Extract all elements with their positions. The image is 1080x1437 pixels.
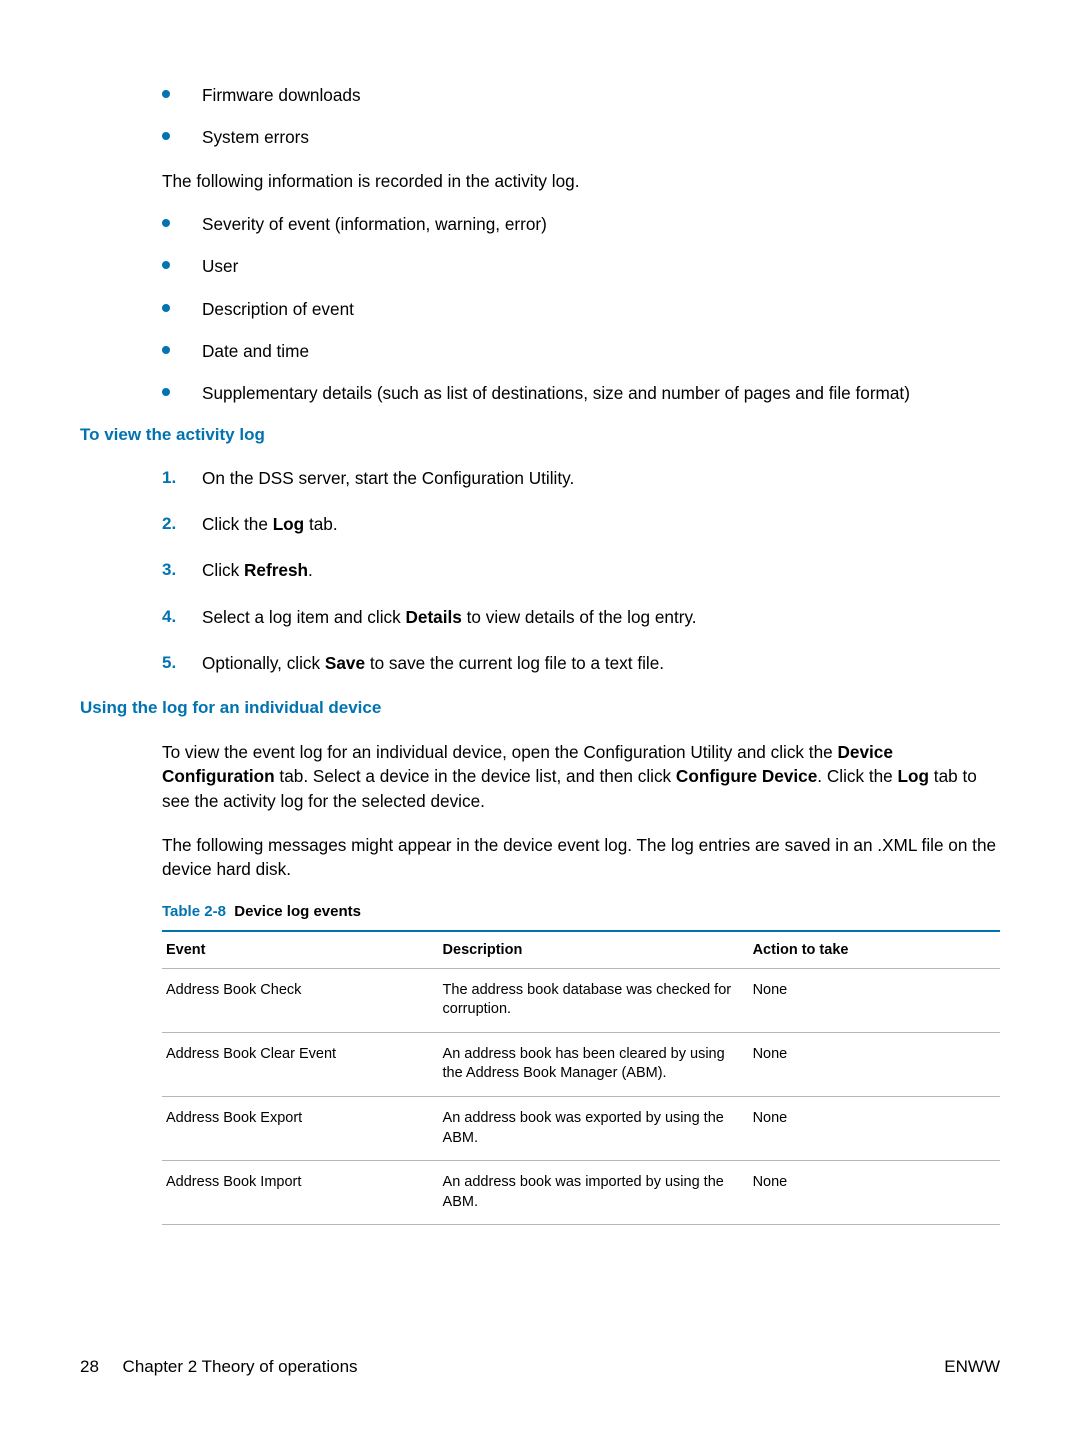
table-caption: Table 2-8 Device log events xyxy=(162,903,1000,920)
list-item: Severity of event (information, warning,… xyxy=(162,213,1000,235)
step-text: Click the Log tab. xyxy=(202,514,338,534)
page-footer: 28 Chapter 2 Theory of operations ENWW xyxy=(80,1357,1000,1377)
list-item-text: Severity of event (information, warning,… xyxy=(202,214,547,234)
table-row: Address Book Import An address book was … xyxy=(162,1161,1000,1225)
cell-action: None xyxy=(749,1032,1000,1096)
step-number: 5. xyxy=(162,652,176,674)
cell-event: Address Book Clear Event xyxy=(162,1032,439,1096)
step-item: 1. On the DSS server, start the Configura… xyxy=(162,467,1000,489)
cell-action: None xyxy=(749,1097,1000,1161)
section2-paragraph-2: The following messages might appear in t… xyxy=(162,833,1000,881)
table-header-event: Event xyxy=(162,931,439,969)
list-item: Date and time xyxy=(162,340,1000,362)
cell-description: The address book database was checked fo… xyxy=(439,968,749,1032)
steps-list: 1. On the DSS server, start the Configura… xyxy=(162,467,1000,675)
step-number: 4. xyxy=(162,606,176,628)
cell-description: An address book has been cleared by usin… xyxy=(439,1032,749,1096)
table-header-description: Description xyxy=(439,931,749,969)
steps-block: 1. On the DSS server, start the Configura… xyxy=(162,467,1000,675)
step-text: Click Refresh. xyxy=(202,560,313,580)
cell-description: An address book was imported by using th… xyxy=(439,1161,749,1225)
cell-event: Address Book Import xyxy=(162,1161,439,1225)
table-header-action: Action to take xyxy=(749,931,1000,969)
bullet-icon xyxy=(162,388,170,396)
step-item: 4. Select a log item and click Details to… xyxy=(162,606,1000,628)
document-page: Firmware downloads System errors The fol… xyxy=(0,0,1080,1437)
device-log-events-table: Event Description Action to take Address… xyxy=(162,930,1000,1226)
table-caption-title: Device log events xyxy=(234,903,361,920)
table-caption-label: Table 2-8 xyxy=(162,903,226,920)
intro-bullets-block: Firmware downloads System errors The fol… xyxy=(162,84,1000,405)
list-item: Supplementary details (such as list of d… xyxy=(162,382,1000,404)
section-heading-view-log: To view the activity log xyxy=(80,425,1000,445)
step-number: 1. xyxy=(162,467,176,489)
table-header-row: Event Description Action to take xyxy=(162,931,1000,969)
list-item: System errors xyxy=(162,126,1000,148)
step-item: 2. Click the Log tab. xyxy=(162,513,1000,535)
list-item-text: User xyxy=(202,256,238,276)
table-row: Address Book Clear Event An address book… xyxy=(162,1032,1000,1096)
intro-bullet-list: Firmware downloads System errors xyxy=(162,84,1000,149)
step-text: Select a log item and click Details to v… xyxy=(202,607,697,627)
list-item: Firmware downloads xyxy=(162,84,1000,106)
intro-paragraph: The following information is recorded in… xyxy=(162,169,1000,193)
bullet-icon xyxy=(162,261,170,269)
cell-action: None xyxy=(749,968,1000,1032)
cell-action: None xyxy=(749,1161,1000,1225)
footer-right: ENWW xyxy=(944,1357,1000,1377)
cell-description: An address book was exported by using th… xyxy=(439,1097,749,1161)
step-item: 5. Optionally, click Save to save the cur… xyxy=(162,652,1000,674)
list-item-text: System errors xyxy=(202,127,309,147)
list-item: User xyxy=(162,255,1000,277)
step-text: On the DSS server, start the Configurati… xyxy=(202,468,574,488)
step-number: 2. xyxy=(162,513,176,535)
bullet-icon xyxy=(162,132,170,140)
step-text: Optionally, click Save to save the curre… xyxy=(202,653,664,673)
list-item-text: Description of event xyxy=(202,299,354,319)
cell-event: Address Book Check xyxy=(162,968,439,1032)
table-row: Address Book Export An address book was … xyxy=(162,1097,1000,1161)
footer-left: 28 Chapter 2 Theory of operations xyxy=(80,1357,358,1377)
step-item: 3. Click Refresh. xyxy=(162,559,1000,581)
section2-body: To view the event log for an individual … xyxy=(162,740,1000,1225)
table-row: Address Book Check The address book data… xyxy=(162,968,1000,1032)
bullet-icon xyxy=(162,90,170,98)
bullet-icon xyxy=(162,346,170,354)
list-item-text: Supplementary details (such as list of d… xyxy=(202,383,910,403)
bullet-icon xyxy=(162,304,170,312)
bullet-icon xyxy=(162,219,170,227)
cell-event: Address Book Export xyxy=(162,1097,439,1161)
footer-chapter-text: Chapter 2 Theory of operations xyxy=(123,1357,358,1376)
list-item-text: Firmware downloads xyxy=(202,85,361,105)
footer-page-number: 28 xyxy=(80,1357,99,1376)
list-item-text: Date and time xyxy=(202,341,309,361)
section2-paragraph-1: To view the event log for an individual … xyxy=(162,740,1000,812)
list-item: Description of event xyxy=(162,298,1000,320)
info-bullet-list: Severity of event (information, warning,… xyxy=(162,213,1000,405)
step-number: 3. xyxy=(162,559,176,581)
section-heading-individual-device: Using the log for an individual device xyxy=(80,698,1000,718)
